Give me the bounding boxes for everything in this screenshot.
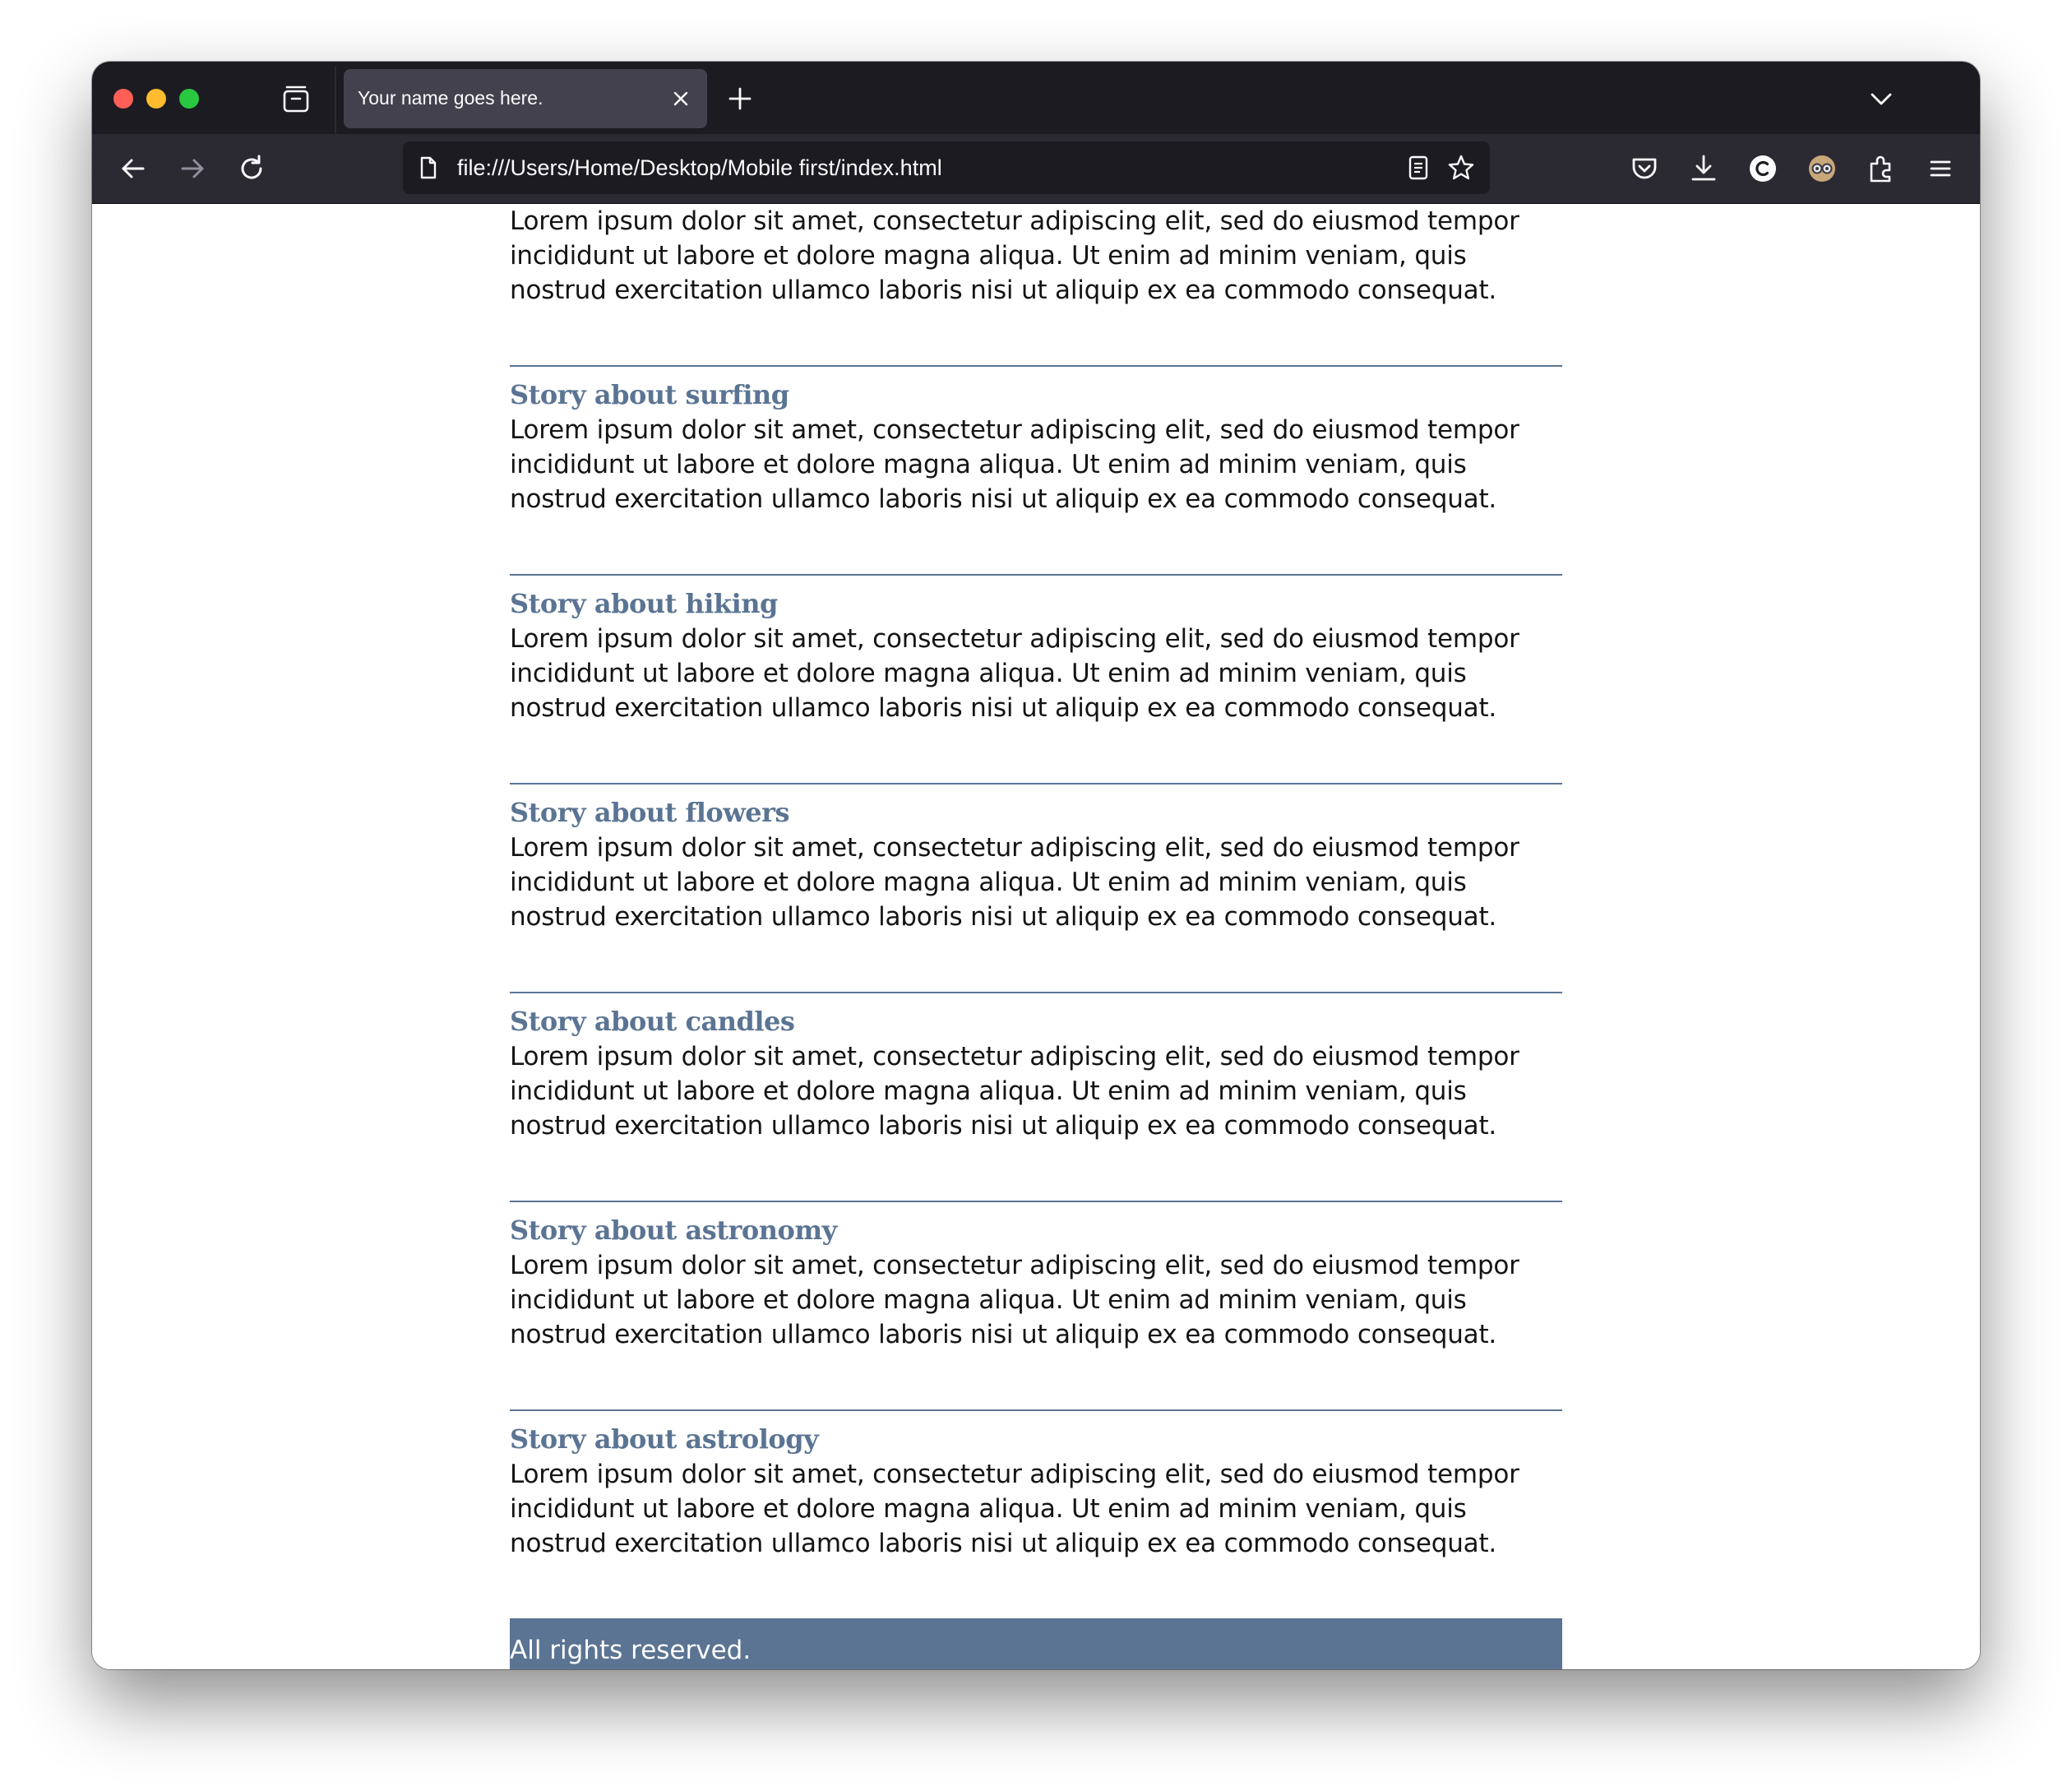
story-text: Lorem ipsum dolor sit amet, consectetur … bbox=[510, 415, 1519, 514]
page-icon bbox=[416, 155, 441, 180]
nav-toolbar: file:///Users/Home/Desktop/Mobile first/… bbox=[92, 134, 1980, 204]
maximize-window-icon[interactable] bbox=[179, 89, 199, 109]
intro-section: Lorem ipsum dolor sit amet, consectetur … bbox=[510, 204, 1562, 308]
download-icon[interactable] bbox=[1686, 150, 1722, 187]
story-title: Story about astronomy bbox=[510, 1215, 837, 1246]
minimize-window-icon[interactable] bbox=[146, 89, 166, 109]
arrow-right-icon[interactable] bbox=[174, 150, 210, 187]
intro-paragraph: Lorem ipsum dolor sit amet, consectetur … bbox=[510, 206, 1519, 305]
puzzle-icon[interactable] bbox=[1863, 150, 1899, 187]
story-title: Story about hiking bbox=[510, 588, 778, 619]
close-tab-icon[interactable] bbox=[668, 86, 694, 112]
plus-icon[interactable] bbox=[725, 84, 755, 113]
tab-active[interactable]: Your name goes here. bbox=[344, 69, 707, 128]
hamburger-menu-icon[interactable] bbox=[1922, 150, 1959, 187]
account-icon[interactable] bbox=[1745, 150, 1781, 187]
browser-window: Your name goes here. file:///Users/Home/… bbox=[92, 62, 1980, 1669]
arrow-left-icon[interactable] bbox=[115, 150, 151, 187]
tab-bar: Your name goes here. bbox=[92, 62, 1980, 134]
page-footer: All rights reserved. bbox=[510, 1618, 1562, 1669]
reload-icon[interactable] bbox=[234, 150, 270, 187]
page-content: Lorem ipsum dolor sit amet, consectetur … bbox=[510, 204, 1562, 1669]
story-title: Story about surfing bbox=[510, 379, 789, 410]
story-title: Story about astrology bbox=[510, 1423, 819, 1455]
tab-separator bbox=[335, 67, 336, 134]
tab-title: Your name goes here. bbox=[358, 87, 543, 109]
story-text: Lorem ipsum dolor sit amet, consectetur … bbox=[510, 1251, 1519, 1349]
reader-view-icon[interactable] bbox=[1404, 154, 1432, 182]
chevron-down-icon[interactable] bbox=[1866, 85, 1896, 114]
url-bar[interactable]: file:///Users/Home/Desktop/Mobile first/… bbox=[403, 141, 1490, 194]
extension-avatar-icon[interactable] bbox=[1804, 150, 1840, 187]
story-astronomy: Story about astronomy Lorem ipsum dolor … bbox=[510, 1201, 1562, 1352]
story-surfing: Story about surfing Lorem ipsum dolor si… bbox=[510, 365, 1562, 516]
story-text: Lorem ipsum dolor sit amet, consectetur … bbox=[510, 833, 1519, 932]
footer-text: All rights reserved. bbox=[510, 1636, 752, 1665]
story-text: Lorem ipsum dolor sit amet, consectetur … bbox=[510, 1460, 1519, 1558]
story-text: Lorem ipsum dolor sit amet, consectetur … bbox=[510, 624, 1519, 723]
story-astrology: Story about astrology Lorem ipsum dolor … bbox=[510, 1409, 1562, 1561]
close-window-icon[interactable] bbox=[113, 89, 133, 109]
url-text[interactable]: file:///Users/Home/Desktop/Mobile first/… bbox=[457, 155, 942, 181]
tab-list-icon[interactable] bbox=[280, 83, 312, 116]
story-flowers: Story about flowers Lorem ipsum dolor si… bbox=[510, 783, 1562, 934]
story-hiking: Story about hiking Lorem ipsum dolor sit… bbox=[510, 574, 1562, 725]
page-viewport[interactable]: Lorem ipsum dolor sit amet, consectetur … bbox=[92, 204, 1980, 1669]
pocket-icon[interactable] bbox=[1626, 150, 1663, 187]
star-icon[interactable] bbox=[1447, 154, 1475, 182]
story-title: Story about candles bbox=[510, 1006, 795, 1037]
story-text: Lorem ipsum dolor sit amet, consectetur … bbox=[510, 1042, 1519, 1141]
story-title: Story about flowers bbox=[510, 797, 790, 828]
story-candles: Story about candles Lorem ipsum dolor si… bbox=[510, 992, 1562, 1143]
